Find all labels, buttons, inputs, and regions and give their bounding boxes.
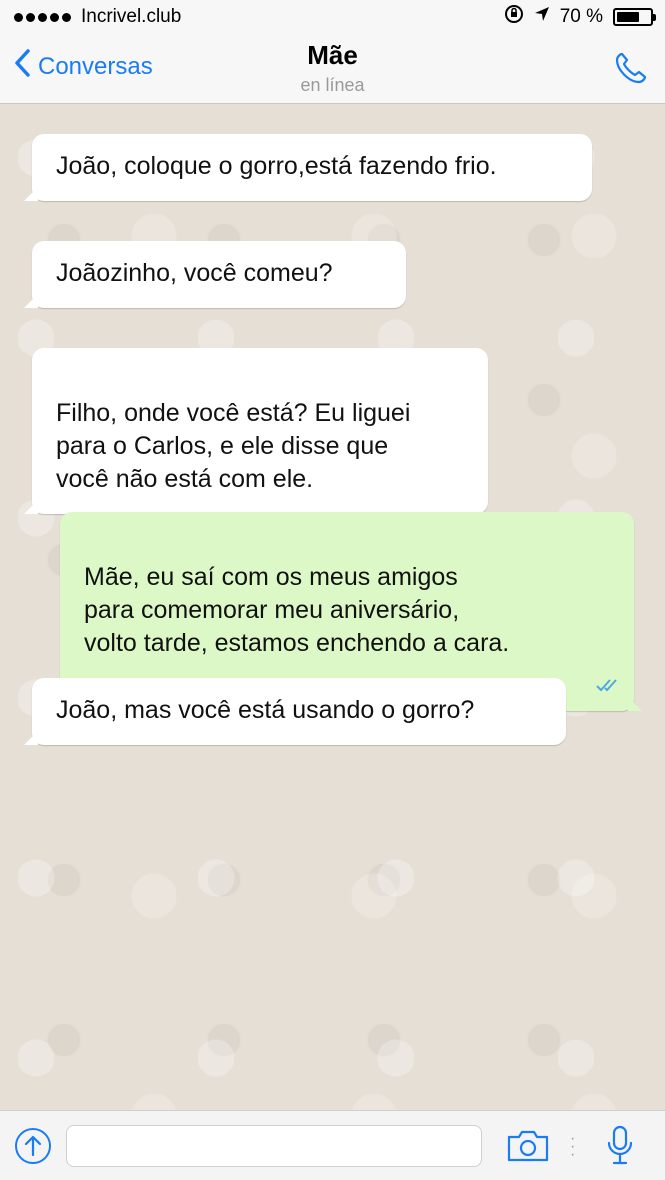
signal-icon [14,12,71,22]
message-text: Joãozinho, você comeu? [56,259,333,287]
contact-name: Mãe [307,40,358,70]
message-bubble[interactable]: Filho, onde você está? Eu liguei para o … [24,348,488,514]
microphone-icon [606,1125,634,1171]
double-check-icon [596,635,622,701]
location-arrow-icon [534,6,550,28]
rotation-lock-icon [504,4,524,30]
chat-area[interactable]: João, coloque o gorro,está fazendo frio.… [0,104,665,1110]
share-button[interactable] [14,1127,52,1170]
phone-icon [613,52,649,90]
message-input-bar: · · · [0,1110,665,1180]
call-button[interactable] [613,50,649,91]
message-text: João, coloque o gorro,está fazendo frio. [56,152,497,180]
message-bubble[interactable]: João, coloque o gorro,está fazendo frio. [24,134,592,201]
separator-dots: · · · [570,1130,576,1163]
status-left: Incrivel.club [14,6,181,28]
message-bubble[interactable]: Joãozinho, você comeu? [24,241,406,308]
contact-status: en línea [300,75,365,95]
share-icon [14,1128,52,1169]
carrier-name: Incrivel.club [81,6,182,27]
camera-icon [506,1130,550,1167]
camera-button[interactable] [506,1129,550,1168]
message-bubble[interactable]: João, mas você está usando o gorro? [24,678,566,745]
contact-info[interactable]: Mãe en línea [0,40,665,96]
microphone-button[interactable] [606,1125,634,1172]
status-right: 70 % [504,4,656,30]
battery-icon [613,8,656,26]
message-text: João, mas você está usando o gorro? [56,696,475,724]
chat-header: Conversas Mãe en línea [0,34,665,104]
battery-percent: 70 % [559,6,603,27]
message-input[interactable] [66,1125,482,1167]
message-text: Mãe, eu saí com os meus amigos para come… [84,563,510,657]
message-text: Filho, onde você está? Eu liguei para o … [56,399,411,493]
status-bar: Incrivel.club 70 % [0,0,665,34]
